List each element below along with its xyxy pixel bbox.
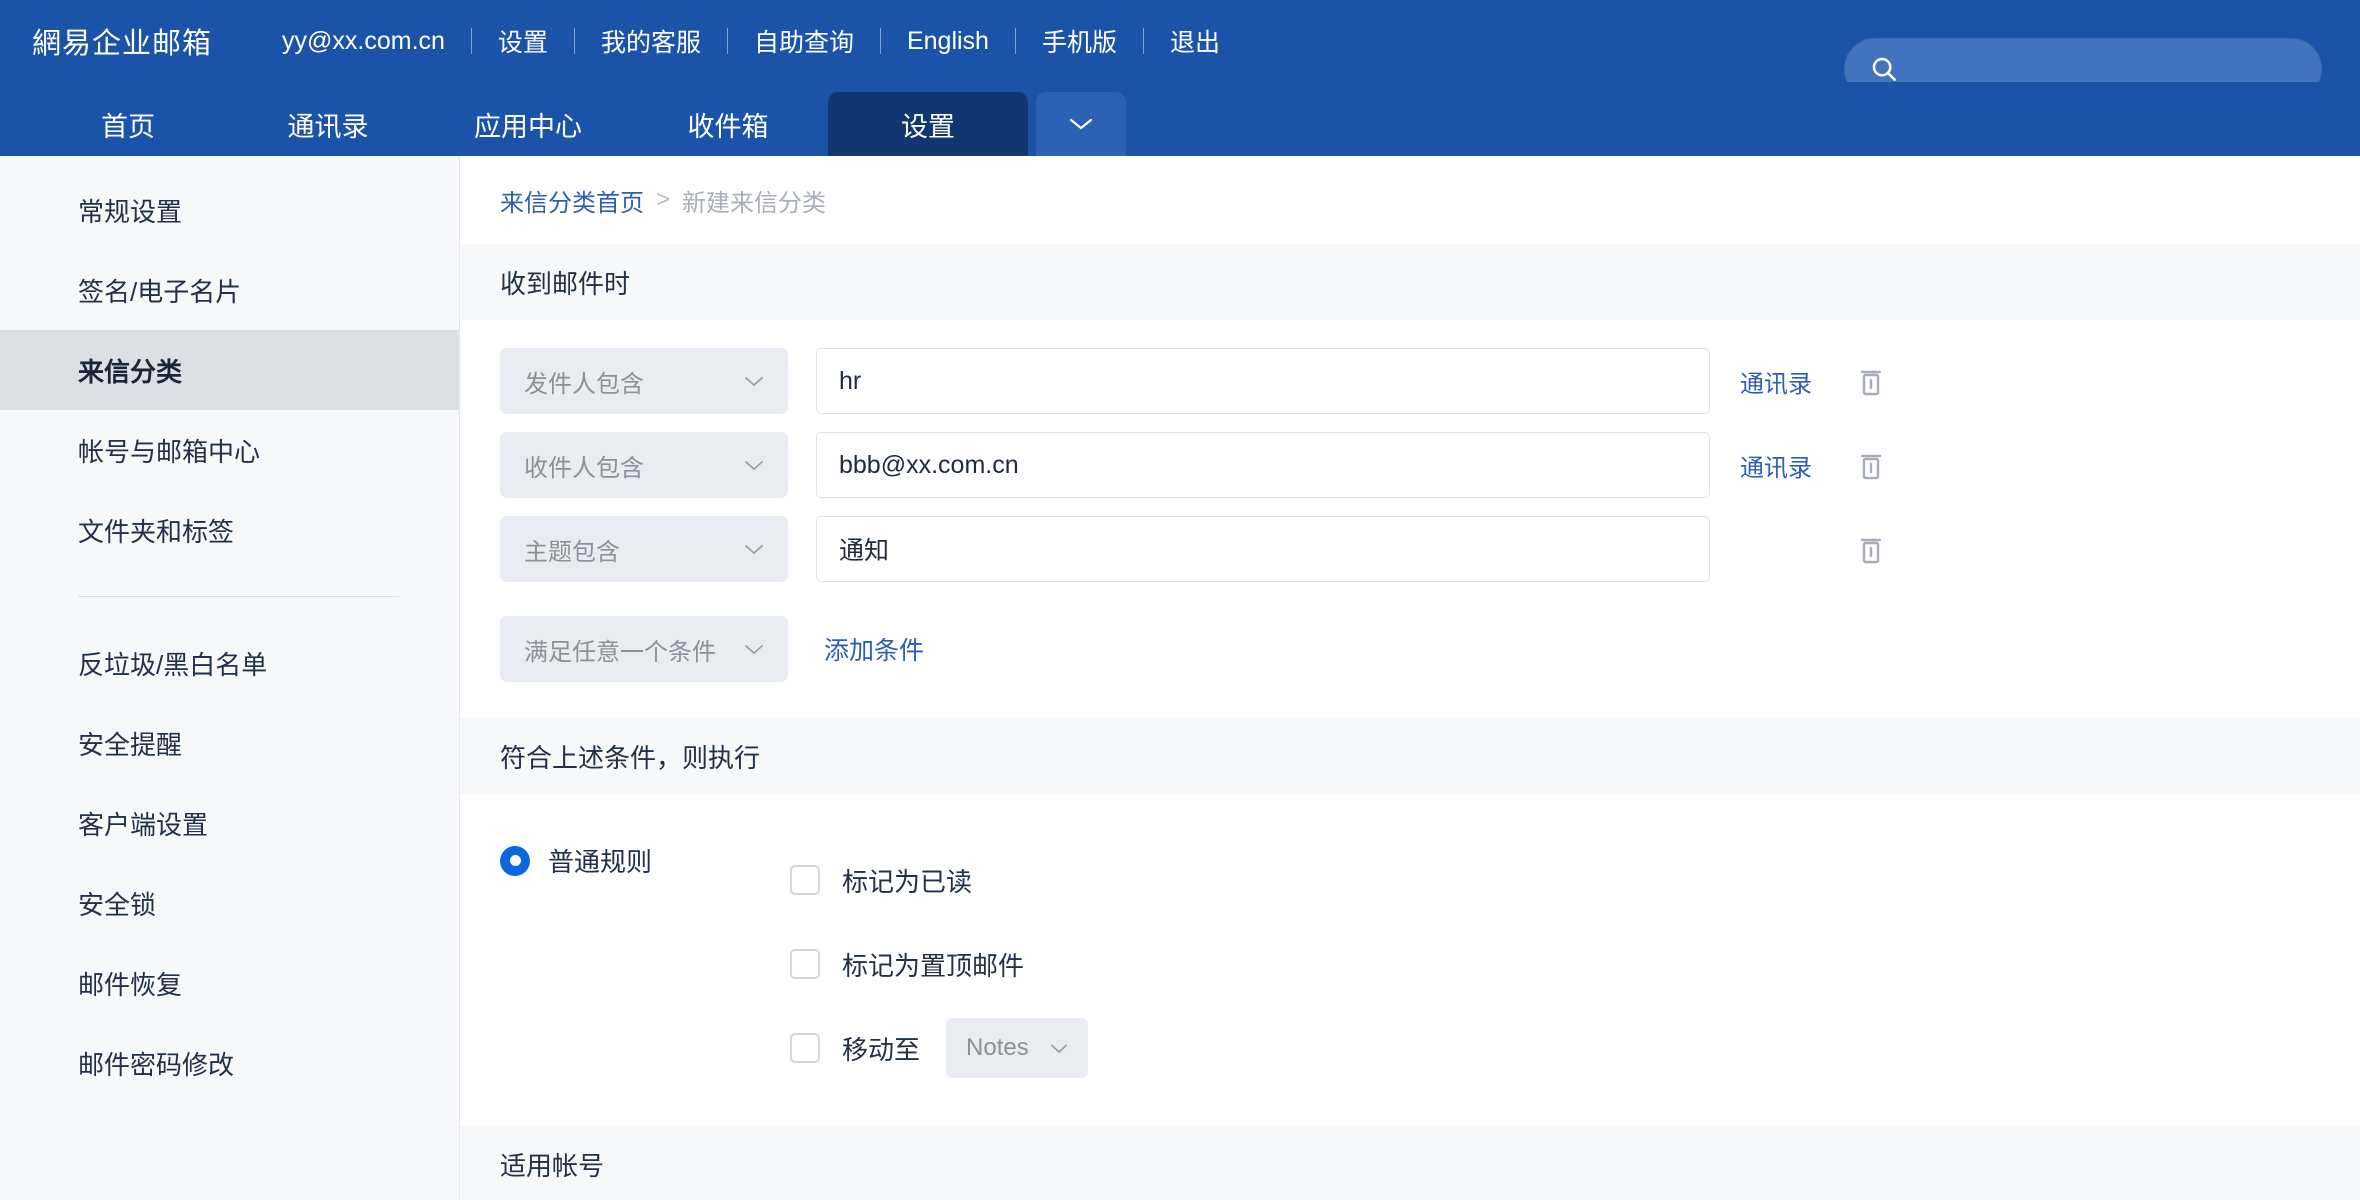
tab-contacts[interactable]: 通讯录: [228, 92, 428, 156]
radio-indicator: [500, 846, 530, 876]
checkbox-move-to-row: 移动至 Notes: [790, 1006, 1088, 1090]
logic-row: 满足任意一个条件 添加条件: [500, 616, 2360, 682]
checkbox-mark-read-label: 标记为已读: [842, 862, 972, 899]
topnav-item-mobile[interactable]: 手机版: [1016, 23, 1143, 59]
chevron-down-icon: [1066, 115, 1096, 133]
move-to-folder-select[interactable]: Notes: [946, 1018, 1088, 1078]
condition-field-label-1: 发件人包含: [524, 364, 644, 399]
main-tab-bar: 首页 通讯录 应用中心 收件箱 设置: [0, 82, 2360, 156]
checkbox-mark-pinned[interactable]: [790, 949, 820, 979]
settings-sidebar: 常规设置 签名/电子名片 来信分类 帐号与邮箱中心 文件夹和标签 反垃圾/黑白名…: [0, 156, 460, 1200]
trash-icon[interactable]: [1856, 448, 1892, 482]
conditions-block: 发件人包含 通讯录 收件人包含: [460, 320, 2360, 682]
actions-section-title: 符合上述条件，则执行: [460, 718, 2360, 794]
brand-logo: 網易企业邮箱: [32, 20, 212, 62]
sidebar-item-folders-labels[interactable]: 文件夹和标签: [0, 490, 459, 570]
tab-more-dropdown[interactable]: [1036, 92, 1126, 156]
topnav-item-account[interactable]: yy@xx.com.cn: [256, 27, 471, 56]
rule-type-column: 普通规则: [500, 838, 790, 1090]
chevron-down-icon: [742, 374, 766, 388]
topnav-item-english[interactable]: English: [881, 27, 1015, 56]
checkbox-mark-pinned-label: 标记为置顶邮件: [842, 946, 1024, 983]
condition-row: 发件人包含 通讯录: [500, 348, 2360, 414]
accounts-section-title: 适用帐号: [460, 1126, 2360, 1200]
breadcrumb-current: 新建来信分类: [682, 183, 826, 218]
page-body: 常规设置 签名/电子名片 来信分类 帐号与邮箱中心 文件夹和标签 反垃圾/黑白名…: [0, 156, 2360, 1200]
address-book-link-1[interactable]: 通讯录: [1740, 364, 1818, 399]
actions-block: 普通规则 标记为已读 标记为置顶邮件 移动至 Notes: [460, 794, 2360, 1090]
address-book-link-2[interactable]: 通讯录: [1740, 448, 1818, 483]
radio-normal-rule[interactable]: 普通规则: [500, 842, 790, 879]
action-checkbox-column: 标记为已读 标记为置顶邮件 移动至 Notes: [790, 838, 1088, 1090]
chevron-down-icon: [742, 542, 766, 556]
condition-field-select-3[interactable]: 主题包含: [500, 516, 788, 582]
search-icon: [1869, 54, 1899, 84]
condition-field-select-2[interactable]: 收件人包含: [500, 432, 788, 498]
tab-home[interactable]: 首页: [28, 92, 228, 156]
sidebar-item-mail-recovery[interactable]: 邮件恢复: [0, 943, 459, 1023]
trash-icon[interactable]: [1856, 364, 1892, 398]
conditions-section-title: 收到邮件时: [460, 244, 2360, 320]
top-nav: yy@xx.com.cn 设置 我的客服 自助查询 English 手机版 退出: [256, 23, 1246, 59]
breadcrumb-root-link[interactable]: 来信分类首页: [500, 183, 644, 218]
top-bar: 網易企业邮箱 yy@xx.com.cn 设置 我的客服 自助查询 English…: [0, 0, 2360, 82]
sidebar-item-antispam[interactable]: 反垃圾/黑白名单: [0, 623, 459, 703]
breadcrumb-separator: >: [656, 186, 670, 214]
condition-logic-label: 满足任意一个条件: [524, 632, 716, 667]
tab-app-center[interactable]: 应用中心: [428, 92, 628, 156]
sidebar-item-general[interactable]: 常规设置: [0, 170, 459, 250]
topnav-item-logout[interactable]: 退出: [1144, 23, 1246, 59]
checkbox-move-to[interactable]: [790, 1033, 820, 1063]
topnav-item-support[interactable]: 我的客服: [575, 23, 727, 59]
condition-row: 收件人包含 通讯录: [500, 432, 2360, 498]
checkbox-mark-read[interactable]: [790, 865, 820, 895]
condition-value-input-2[interactable]: [816, 432, 1710, 498]
main-content: 来信分类首页 > 新建来信分类 收到邮件时 发件人包含 通讯录: [460, 156, 2360, 1200]
sidebar-item-mail-filter[interactable]: 来信分类: [0, 330, 459, 410]
topnav-item-self-query[interactable]: 自助查询: [728, 23, 880, 59]
sidebar-item-mail-password[interactable]: 邮件密码修改: [0, 1023, 459, 1103]
condition-value-input-3[interactable]: [816, 516, 1710, 582]
condition-field-select-1[interactable]: 发件人包含: [500, 348, 788, 414]
trash-icon[interactable]: [1856, 532, 1892, 566]
sidebar-item-signature[interactable]: 签名/电子名片: [0, 250, 459, 330]
condition-field-label-2: 收件人包含: [524, 448, 644, 483]
checkbox-move-to-label: 移动至: [842, 1030, 920, 1067]
tab-settings[interactable]: 设置: [828, 92, 1028, 156]
move-to-folder-value: Notes: [966, 1034, 1029, 1062]
sidebar-item-security-alert[interactable]: 安全提醒: [0, 703, 459, 783]
sidebar-item-account-center[interactable]: 帐号与邮箱中心: [0, 410, 459, 490]
tab-inbox[interactable]: 收件箱: [628, 92, 828, 156]
condition-value-input-1[interactable]: [816, 348, 1710, 414]
chevron-down-icon: [742, 642, 766, 656]
chevron-down-icon: [1048, 1042, 1070, 1055]
chevron-down-icon: [742, 458, 766, 472]
sidebar-item-security-lock[interactable]: 安全锁: [0, 863, 459, 943]
topnav-item-settings[interactable]: 设置: [472, 23, 574, 59]
condition-logic-select[interactable]: 满足任意一个条件: [500, 616, 788, 682]
breadcrumb: 来信分类首页 > 新建来信分类: [460, 156, 2360, 244]
condition-field-label-3: 主题包含: [524, 532, 620, 567]
radio-normal-rule-label: 普通规则: [548, 842, 652, 879]
condition-row: 主题包含: [500, 516, 2360, 582]
sidebar-item-client-settings[interactable]: 客户端设置: [0, 783, 459, 863]
global-search-input[interactable]: [1899, 55, 2321, 83]
add-condition-link[interactable]: 添加条件: [824, 631, 924, 667]
sidebar-divider: [78, 596, 399, 597]
checkbox-mark-read-row: 标记为已读: [790, 838, 1088, 922]
checkbox-mark-pinned-row: 标记为置顶邮件: [790, 922, 1088, 1006]
